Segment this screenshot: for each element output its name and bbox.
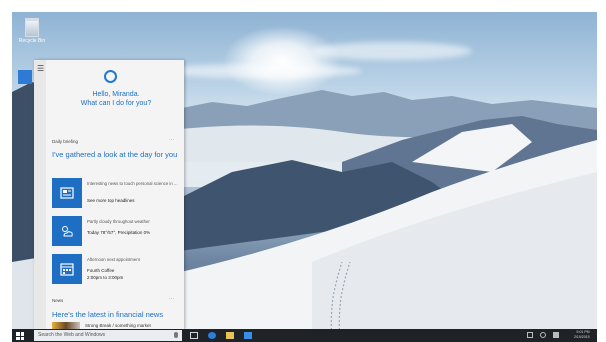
news-header: News — [52, 298, 64, 303]
file-explorer-icon[interactable] — [226, 332, 234, 339]
notification-icon[interactable] — [553, 332, 559, 338]
card-title: Fourth Coffee — [87, 268, 115, 273]
calendar-icon — [60, 263, 74, 276]
clock-date: 2/10/2015 — [574, 335, 590, 339]
search-placeholder: Search the Web and Windows — [38, 332, 106, 338]
weather-icon — [62, 226, 73, 237]
search-input[interactable]: Search the Web and Windows — [34, 330, 182, 341]
briefing-title: I've gathered a look at the day for you — [52, 150, 178, 159]
store-icon[interactable] — [244, 332, 252, 339]
start-button[interactable] — [16, 332, 24, 340]
network-icon[interactable] — [527, 332, 533, 338]
news-card[interactable]: Interesting news to touch personal scien… — [52, 178, 180, 208]
more-options-icon[interactable]: ··· — [169, 296, 174, 302]
news-title: Here's the latest in financial news — [52, 310, 164, 319]
calendar-tile — [52, 254, 82, 284]
news-tile — [52, 178, 82, 208]
weather-tile — [52, 216, 82, 246]
card-title: Today 78°/57°, Precipitation 0% — [87, 230, 151, 235]
cortana-rail — [34, 60, 46, 330]
news-icon — [60, 187, 74, 199]
recycle-bin-icon[interactable]: Recycle Bin — [18, 18, 46, 44]
microphone-icon[interactable] — [174, 332, 178, 338]
hamburger-menu-icon[interactable]: ☰ — [37, 65, 44, 73]
card-title: See more top headlines — [87, 198, 135, 203]
greeting-line2: What can I do for you? — [80, 100, 152, 107]
calendar-card[interactable]: Afternoon next appointment Fourth Coffee… — [52, 254, 180, 284]
taskbar: Search the Web and Windows 5:01 PM 2/10/… — [12, 329, 597, 342]
cortana-greeting: Hello, Miranda. What can I do for you? — [50, 90, 182, 108]
browser-icon[interactable] — [208, 332, 216, 339]
cortana-ring-icon — [104, 70, 117, 83]
recycle-bin-label: Recycle Bin — [18, 38, 46, 44]
card-detail: Interesting news to touch personal scien… — [87, 181, 178, 186]
trash-icon — [25, 18, 39, 37]
greeting-line1: Hello, Miranda. — [92, 91, 140, 98]
task-view-icon[interactable] — [190, 332, 198, 339]
card-detail: Afternoon next appointment — [87, 257, 140, 262]
desktop-app-icon[interactable] — [18, 70, 32, 84]
news-headline: Strong Break / something market — [85, 323, 151, 328]
desktop: Recycle Bin ☰ Hello, Miranda. What can I… — [12, 12, 597, 342]
volume-icon[interactable] — [540, 332, 546, 338]
briefing-header: Daily briefing — [52, 139, 79, 144]
card-time: 2:00pm to 3:00pm — [87, 275, 124, 280]
card-detail: Partly cloudy throughout weather — [87, 219, 150, 224]
more-options-icon[interactable]: ··· — [169, 137, 174, 143]
cortana-panel: ☰ Hello, Miranda. What can I do for you?… — [34, 60, 184, 330]
clock[interactable]: 5:01 PM 2/10/2015 — [574, 330, 590, 340]
weather-card[interactable]: Partly cloudy throughout weather Today 7… — [52, 216, 180, 246]
